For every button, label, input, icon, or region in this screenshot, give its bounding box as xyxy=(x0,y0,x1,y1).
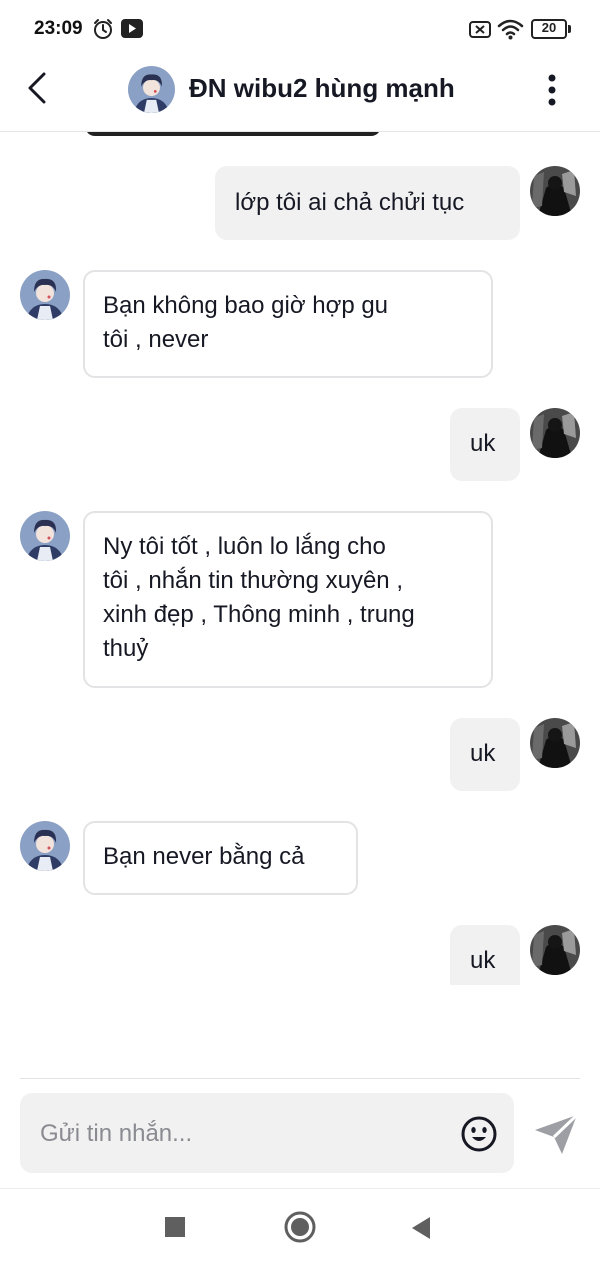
my-avatar[interactable] xyxy=(530,166,580,216)
more-options-button[interactable] xyxy=(536,70,568,110)
battery-level: 20 xyxy=(541,20,557,35)
my-avatar[interactable] xyxy=(530,718,580,768)
message-text: Bạn never bằng cả xyxy=(103,843,305,870)
message-text: uk xyxy=(470,430,496,457)
message-bubble-outgoing[interactable]: lớp tôi ai chả chửi tục xyxy=(215,166,520,240)
contact-avatar-small[interactable] xyxy=(20,270,70,320)
message-bubble-outgoing[interactable]: uk xyxy=(450,408,520,481)
message-bubble-incoming[interactable]: Bạn never bằng cả xyxy=(83,821,358,895)
youtube-icon xyxy=(121,19,143,38)
message-bubble-outgoing[interactable]: uk xyxy=(450,925,520,985)
my-avatar[interactable] xyxy=(530,408,580,458)
message-text: Ny tôi tốt , luôn lo lắng cho xyxy=(103,533,386,560)
message-text: tôi , nhắn tin thường xuyên , xyxy=(103,567,403,594)
chat-header: ĐN wibu2 hùng mạnh xyxy=(0,58,600,132)
message-text: tôi , never xyxy=(103,326,209,353)
alarm-icon xyxy=(94,19,112,39)
contact-avatar[interactable] xyxy=(128,66,175,113)
previous-media-message[interactable] xyxy=(85,132,381,136)
message-text: Bạn không bao giờ hợp gu xyxy=(103,292,389,319)
message-bubble-incoming[interactable]: Ny tôi tốt , luôn lo lắng cho tôi , nhắn… xyxy=(83,511,493,688)
battery-icon: 20 xyxy=(531,19,571,39)
composer-divider xyxy=(20,1078,580,1079)
message-bubble-outgoing[interactable]: uk xyxy=(450,718,520,791)
message-text: thuỷ xyxy=(103,635,149,662)
message-text: uk xyxy=(470,947,496,974)
status-time: 23:09 xyxy=(34,18,83,39)
message-composer[interactable] xyxy=(20,1093,514,1173)
smiley-icon[interactable] xyxy=(460,1115,498,1153)
send-icon[interactable] xyxy=(532,1110,580,1158)
contact-avatar-small[interactable] xyxy=(20,821,70,871)
no-sim-icon xyxy=(469,21,491,38)
contact-avatar-small[interactable] xyxy=(20,511,70,561)
message-input[interactable] xyxy=(40,1119,460,1149)
back-button[interactable] xyxy=(22,70,58,106)
message-text: uk xyxy=(470,740,496,767)
message-text: xinh đẹp , Thông minh , trung xyxy=(103,601,415,628)
wifi-icon xyxy=(497,19,524,40)
chat-title: ĐN wibu2 hùng mạnh xyxy=(189,73,455,103)
status-bar: 23:09 20 xyxy=(0,0,600,58)
message-list[interactable]: lớp tôi ai chả chửi tục Bạn không bao gi… xyxy=(0,132,600,985)
system-nav-bar xyxy=(0,1188,600,1267)
my-avatar[interactable] xyxy=(530,925,580,975)
circle-home-icon[interactable] xyxy=(284,1211,316,1243)
triangle-back-icon[interactable] xyxy=(410,1215,432,1241)
square-recents-icon[interactable] xyxy=(165,1217,185,1237)
message-text: lớp tôi ai chả chửi tục xyxy=(235,189,465,216)
message-bubble-incoming[interactable]: Bạn không bao giờ hợp gu tôi , never xyxy=(83,270,493,378)
